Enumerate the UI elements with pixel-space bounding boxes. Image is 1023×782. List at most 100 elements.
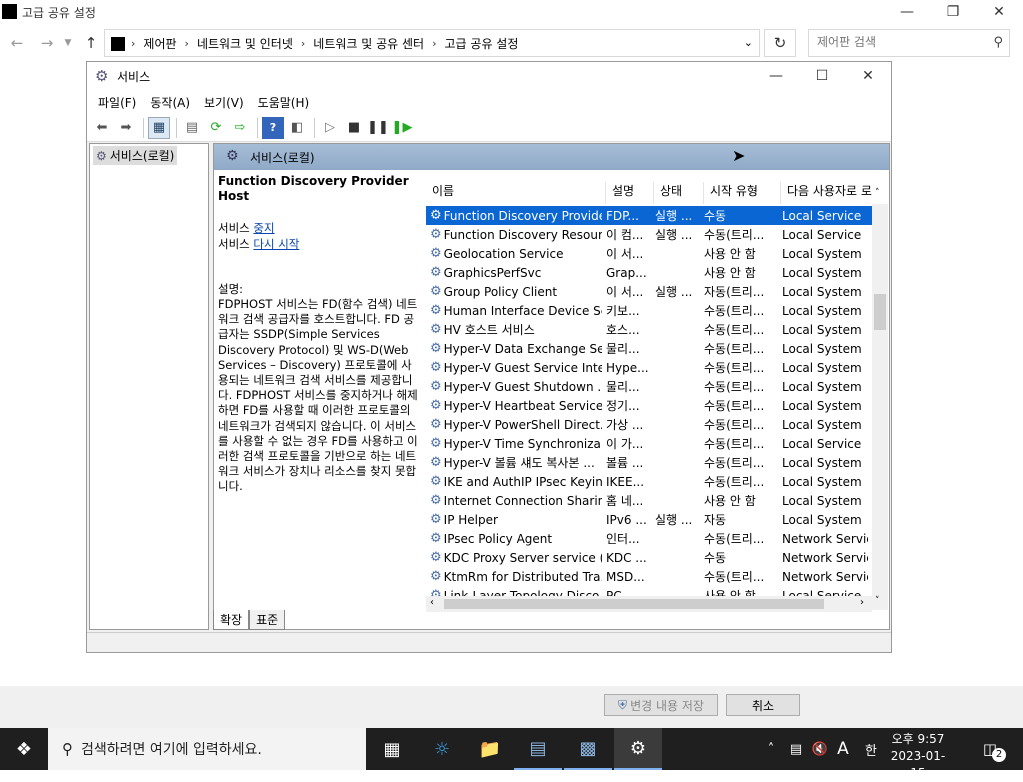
- cell-startup-type-text: 수동(트리...: [704, 570, 765, 584]
- menu-help[interactable]: 도움말(H): [251, 94, 317, 111]
- minimize-button[interactable]: —: [753, 64, 799, 88]
- back-arrow-icon[interactable]: ←: [4, 28, 30, 58]
- column-header-log-on-as[interactable]: 다음 사용자로 로: [781, 182, 872, 204]
- table-row[interactable]: ⚙ IKE and AuthIP IPsec Keyin... IKEE... 수동(…: [426, 472, 872, 491]
- table-row[interactable]: ⚙ Hyper-V Heartbeat Service 정기... 수동(트리... L…: [426, 396, 872, 415]
- chevron-down-icon[interactable]: ⌄: [744, 36, 753, 49]
- forward-arrow-icon[interactable]: →: [34, 28, 60, 58]
- scroll-right-icon[interactable]: ›: [860, 597, 864, 608]
- table-row[interactable]: ⚙ Hyper-V Time Synchroniza... 이 가... 수동(트리.…: [426, 434, 872, 453]
- column-header-description[interactable]: 설명: [606, 182, 654, 204]
- table-row[interactable]: ⚙ Hyper-V PowerShell Direct... 가상 ... 수동(트리…: [426, 415, 872, 434]
- stop-service-link[interactable]: 중지: [253, 221, 274, 235]
- minimize-button[interactable]: —: [884, 0, 930, 24]
- cell-status-text: 실행 ...: [655, 285, 693, 299]
- forward-arrow-icon[interactable]: ➡: [115, 117, 137, 139]
- table-row[interactable]: ⚙ HV 호스트 서비스 호스... 수동(트리... Local System: [426, 320, 872, 339]
- back-arrow-icon[interactable]: ⬅: [91, 117, 113, 139]
- cancel-button[interactable]: 취소: [726, 694, 800, 716]
- table-row[interactable]: ⚙ GraphicsPerfSvc Grap... 사용 안 함 Local Syste…: [426, 263, 872, 282]
- table-row[interactable]: ⚙ Function Discovery Resour... 이 컴... 실행 ..…: [426, 225, 872, 244]
- cell-description: 정기...: [602, 397, 651, 414]
- breadcrumb-item[interactable]: 고급 공유 설정: [437, 35, 527, 52]
- scroll-left-icon[interactable]: ‹: [430, 597, 434, 608]
- table-row[interactable]: ⚙ IPsec Policy Agent 인터... 수동(트리... Network …: [426, 529, 872, 548]
- table-row[interactable]: ⚙ IP Helper IPv6 ... 실행 ... 자동 Local System: [426, 510, 872, 529]
- horizontal-scrollbar[interactable]: ‹ ›: [426, 596, 872, 612]
- cell-startup-type-text: 수동(트리...: [704, 304, 765, 318]
- restart-icon[interactable]: ❚▶: [391, 117, 413, 139]
- tree-node-services-local[interactable]: ⚙ 서비스(로컬): [93, 146, 178, 165]
- properties-icon[interactable]: ▤: [181, 117, 203, 139]
- table-row[interactable]: ⚙ Hyper-V 볼륨 섀도 복사본 ... 볼륨 ... 수동(트리... Loca…: [426, 453, 872, 472]
- scrollbar-thumb[interactable]: [874, 294, 886, 330]
- cell-log-on-as-text: Network Service: [782, 569, 868, 584]
- edge-browser-icon[interactable]: ☼: [418, 728, 466, 770]
- play-icon[interactable]: ▷: [319, 117, 341, 139]
- table-row[interactable]: ⚙ Geolocation Service 이 서... 사용 안 함 Local Sy…: [426, 244, 872, 263]
- tab-standard[interactable]: 표준: [249, 610, 286, 630]
- scroll-down-icon[interactable]: ˅: [875, 596, 880, 606]
- action-pane-icon[interactable]: ◧: [286, 117, 308, 139]
- search-icon[interactable]: ⚲: [993, 35, 1003, 50]
- network-status-icon[interactable]: ▤: [784, 728, 808, 770]
- network-app-icon[interactable]: ▤: [514, 728, 562, 770]
- address-bar[interactable]: › 제어판 › 네트워크 및 인터넷 › 네트워크 및 공유 센터 › 고급 공…: [104, 29, 760, 57]
- cell-startup-type-text: 사용 안 함: [704, 494, 756, 508]
- restart-service-link[interactable]: 다시 시작: [253, 237, 299, 251]
- table-row[interactable]: ⚙ Hyper-V Data Exchange Se... 물리... 수동(트리..…: [426, 339, 872, 358]
- table-row[interactable]: ⚙ Hyper-V Guest Service Inte... Hype... 수동(…: [426, 358, 872, 377]
- table-row[interactable]: ⚙ Function Discovery Provide... FDP... 실행 .…: [426, 206, 872, 225]
- refresh-icon[interactable]: ⟳: [205, 117, 227, 139]
- close-button[interactable]: ✕: [845, 64, 891, 88]
- search-input[interactable]: [817, 35, 987, 49]
- control-panel-icon[interactable]: ▩: [564, 728, 612, 770]
- menu-action[interactable]: 동작(A): [143, 94, 197, 111]
- notification-center-icon[interactable]: ◫ 2: [970, 728, 1010, 770]
- tab-extended[interactable]: 확장: [213, 610, 250, 630]
- column-header-name[interactable]: 이름 ˄: [426, 182, 606, 204]
- console-tree-icon[interactable]: ▦: [148, 116, 170, 139]
- windows-start-icon[interactable]: ❖: [0, 728, 48, 770]
- search-box[interactable]: ⚲: [808, 29, 1010, 57]
- help-icon[interactable]: ?: [262, 116, 284, 139]
- export-list-icon[interactable]: ⇨: [229, 117, 251, 139]
- volume-muted-icon[interactable]: 🔇: [808, 728, 832, 770]
- restore-button[interactable]: ❐: [930, 0, 976, 24]
- cell-name-text: IP Helper: [443, 512, 498, 527]
- system-clock[interactable]: 오후 9:57 2023-01-15: [888, 731, 948, 782]
- table-row[interactable]: ⚙ Hyper-V Guest Shutdown ... 물리... 수동(트리...…: [426, 377, 872, 396]
- close-button[interactable]: ✕: [976, 0, 1022, 24]
- pause-icon[interactable]: ❚❚: [367, 117, 389, 139]
- table-row[interactable]: ⚙ Group Policy Client 이 서... 실행 ... 자동(트리...…: [426, 282, 872, 301]
- show-hidden-icons-icon[interactable]: ˄: [760, 728, 782, 770]
- table-row[interactable]: ⚙ Human Interface Device Se... 키보... 수동(트리.…: [426, 301, 872, 320]
- save-changes-button[interactable]: ⛨ 변경 내용 저장: [604, 694, 718, 716]
- ime-mode-indicator[interactable]: 한: [858, 728, 884, 770]
- breadcrumb-item[interactable]: 제어판: [135, 35, 184, 52]
- menu-view[interactable]: 보기(V): [197, 94, 251, 111]
- refresh-icon[interactable]: ↻: [764, 29, 796, 57]
- table-row[interactable]: ⚙ KtmRm for Distributed Tra... MSD... 수동(트리…: [426, 567, 872, 586]
- breadcrumb-item[interactable]: 네트워크 및 공유 센터: [305, 35, 432, 52]
- vertical-scrollbar[interactable]: ˄ ˅: [872, 188, 888, 610]
- breadcrumb-item[interactable]: 네트워크 및 인터넷: [189, 35, 301, 52]
- column-header-status[interactable]: 상태: [654, 182, 704, 204]
- services-app-icon[interactable]: ⚙: [614, 728, 662, 770]
- table-row[interactable]: ⚙ Internet Connection Sharin... 홈 네... 사용 안…: [426, 491, 872, 510]
- maximize-button[interactable]: ☐: [799, 64, 845, 88]
- stop-icon[interactable]: ■: [343, 117, 365, 139]
- file-explorer-icon[interactable]: 📁: [466, 728, 514, 770]
- up-arrow-icon[interactable]: ↑: [78, 28, 104, 58]
- scroll-up-icon[interactable]: ˄: [875, 188, 880, 198]
- table-row[interactable]: ⚙ KDC Proxy Server service (... KDC ... 수동 N…: [426, 548, 872, 567]
- taskbar-search[interactable]: ⚲ 검색하려면 여기에 입력하세요.: [48, 728, 366, 770]
- menu-file[interactable]: 파일(F): [91, 94, 143, 111]
- input-indicator[interactable]: A: [832, 728, 854, 770]
- cell-description: IKEE...: [602, 475, 651, 489]
- task-view-icon[interactable]: ▦: [368, 728, 416, 770]
- cell-description-text: 인터...: [606, 532, 640, 546]
- scrollbar-thumb[interactable]: [444, 599, 824, 609]
- column-header-startup-type[interactable]: 시작 유형: [704, 182, 781, 204]
- recent-dropdown-icon[interactable]: ▼: [58, 28, 78, 58]
